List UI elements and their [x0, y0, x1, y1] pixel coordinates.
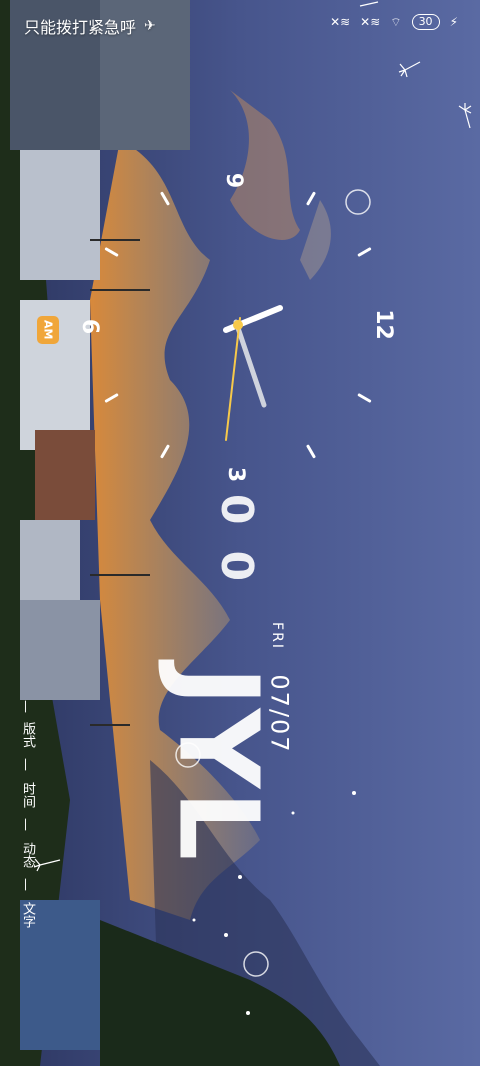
clock-numeral-9: 9: [221, 172, 247, 189]
carrier-text: 只能拨打紧急呼: [24, 18, 137, 37]
clock-numeral-6: 6: [77, 318, 103, 335]
time-digits: 00: [211, 493, 263, 608]
status-bar-left: 只能拨打紧急呼 ✈︎: [24, 14, 156, 38]
menu-dash: —: [18, 878, 33, 891]
name-text: JYL: [154, 665, 283, 863]
menu-item-time[interactable]: 时间: [18, 782, 37, 808]
signal-off-icon: ✕≋: [330, 15, 351, 29]
battery-indicator: 30: [411, 14, 440, 30]
menu-dash: —: [18, 818, 33, 831]
menu-dash: —: [18, 700, 33, 713]
day-label: FRI: [268, 622, 285, 650]
charging-icon: ⚡: [449, 15, 458, 29]
menu-dash: —: [18, 758, 33, 771]
menu-item-dynamic[interactable]: 动态: [18, 842, 37, 868]
clock-numeral-12: 12: [370, 309, 396, 340]
wifi-icon: ⌔: [390, 14, 402, 29]
am-badge: AM: [37, 316, 59, 344]
menu-item-layout[interactable]: 版式: [18, 722, 37, 748]
side-menu: — 版式 — 时间 — 动态 — 文字: [18, 700, 44, 950]
signal-off-icon-2: ✕≋: [360, 15, 381, 29]
menu-item-text[interactable]: 文字: [18, 902, 37, 928]
no-sim-icon: ✈︎: [144, 18, 156, 34]
status-bar-right: ✕≋ ✕≋ ⌔ 30 ⚡: [330, 14, 458, 30]
clock-numeral-3: 3: [223, 466, 249, 483]
